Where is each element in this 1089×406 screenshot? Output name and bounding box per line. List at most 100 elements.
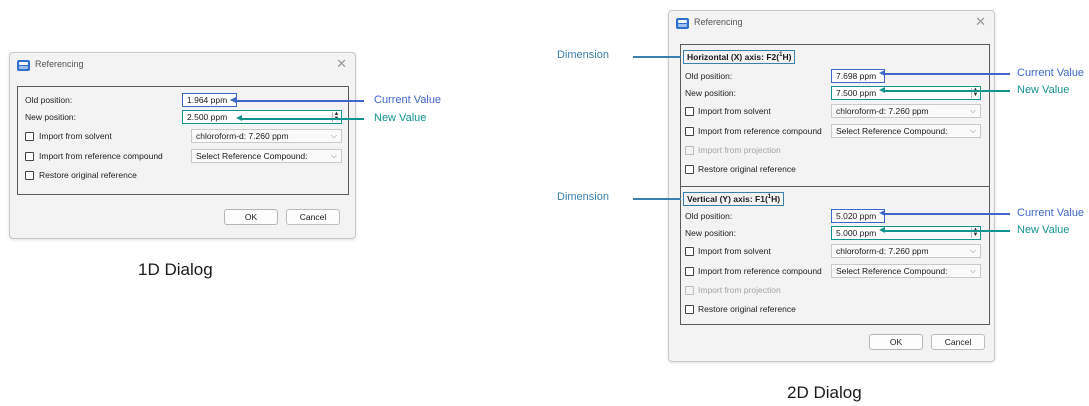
caption-1d: 1D Dialog — [138, 260, 213, 279]
compound-select[interactable]: Select Reference Compound: ⌵ — [191, 149, 342, 163]
restore-label: Restore original reference — [698, 304, 796, 314]
restore-checkbox[interactable] — [685, 305, 694, 314]
new-value-callout-1d: New Value — [374, 112, 427, 124]
import-compound-checkbox[interactable] — [685, 267, 694, 276]
close-icon[interactable]: ✕ — [336, 56, 347, 72]
horizontal-axis-title-suffix: H) — [782, 52, 792, 62]
restore-checkbox[interactable] — [685, 165, 694, 174]
new-position-value: 5.000 ppm — [836, 228, 877, 238]
solvent-select[interactable]: chloroform-d: 7.260 ppm ⌵ — [831, 104, 981, 118]
new-position-value: 2.500 ppm — [187, 112, 228, 122]
new-position-input[interactable]: 2.500 ppm ▲▼ — [182, 110, 342, 124]
horizontal-axis-title: Horizontal (X) axis: F2(1H) — [683, 50, 796, 64]
solvent-select-value: chloroform-d: 7.260 ppm — [836, 106, 929, 116]
new-value-callout-2d-h: New Value — [1017, 84, 1070, 96]
new-value-arrow-2d-h — [879, 87, 885, 93]
current-value-arrow-2d-h — [879, 70, 885, 76]
dialog-2d-titlebar: Referencing ✕ — [669, 11, 994, 39]
current-value-callout-1d: Current Value — [374, 94, 442, 106]
cancel-button[interactable]: Cancel — [286, 209, 340, 225]
new-position-value: 7.500 ppm — [836, 88, 877, 98]
dimension-line-horizontal — [633, 56, 681, 58]
import-compound-label: Import from reference compound — [698, 126, 822, 136]
import-solvent-checkbox[interactable] — [685, 107, 694, 116]
import-projection-label: Import from projection — [698, 145, 781, 155]
new-position-label: New position: — [685, 88, 737, 98]
referencing-app-icon — [17, 60, 30, 71]
old-position-field: 7.698 ppm — [831, 69, 885, 83]
new-position-input[interactable]: 7.500 ppm ▲▼ — [831, 86, 981, 100]
current-value-arrow-1d — [230, 97, 236, 103]
close-icon[interactable]: ✕ — [975, 14, 986, 30]
old-position-field: 1.964 ppm — [182, 93, 237, 107]
dialog-1d-group: Old position: 1.964 ppm New position: 2.… — [17, 86, 349, 195]
restore-label: Restore original reference — [698, 164, 796, 174]
import-compound-label: Import from reference compound — [39, 151, 163, 161]
ok-button[interactable]: OK — [869, 334, 923, 350]
chevron-down-icon: ⌵ — [330, 131, 337, 140]
import-solvent-checkbox[interactable] — [25, 132, 34, 141]
compound-select[interactable]: Select Reference Compound: ⌵ — [831, 264, 981, 278]
new-position-input[interactable]: 5.000 ppm ▲▼ — [831, 226, 981, 240]
dimension-line-vertical — [633, 198, 681, 200]
referencing-app-icon — [676, 18, 689, 29]
dimension-callout-vertical: Dimension — [557, 191, 609, 203]
solvent-select[interactable]: chloroform-d: 7.260 ppm ⌵ — [831, 244, 981, 258]
dialog-2d-title: Referencing — [694, 17, 743, 27]
chevron-down-icon: ⌵ — [969, 266, 976, 275]
solvent-select[interactable]: chloroform-d: 7.260 ppm ⌵ — [191, 129, 342, 143]
import-solvent-label: Import from solvent — [698, 106, 771, 116]
new-value-line-1d — [242, 118, 364, 120]
chevron-down-icon: ⌵ — [969, 126, 976, 135]
import-solvent-checkbox[interactable] — [685, 247, 694, 256]
compound-select[interactable]: Select Reference Compound: ⌵ — [831, 124, 981, 138]
import-solvent-label: Import from solvent — [698, 246, 771, 256]
dimension-callout-horizontal: Dimension — [557, 49, 609, 61]
old-position-label: Old position: — [685, 71, 733, 81]
old-position-field: 5.020 ppm — [831, 209, 885, 223]
current-value-line-2d-h — [885, 73, 1010, 75]
import-compound-checkbox[interactable] — [685, 127, 694, 136]
new-value-line-2d-h — [885, 90, 1010, 92]
ok-button[interactable]: OK — [224, 209, 278, 225]
import-projection-checkbox[interactable] — [685, 146, 694, 155]
import-solvent-label: Import from solvent — [39, 131, 112, 141]
solvent-select-value: chloroform-d: 7.260 ppm — [836, 246, 929, 256]
import-projection-checkbox[interactable] — [685, 286, 694, 295]
spin-arrows-icon[interactable]: ▲▼ — [332, 111, 340, 122]
new-value-callout-2d-v: New Value — [1017, 224, 1070, 236]
new-value-line-2d-v — [885, 230, 1010, 232]
compound-select-value: Select Reference Compound: — [836, 266, 948, 276]
current-value-line-2d-v — [885, 213, 1010, 215]
import-projection-label: Import from projection — [698, 285, 781, 295]
vertical-axis-title: Vertical (Y) axis: F1(1H) — [683, 192, 785, 206]
vertical-axis-title-prefix: Vertical (Y) axis: F1( — [687, 194, 768, 204]
caption-2d: 2D Dialog — [787, 383, 862, 402]
old-position-label: Old position: — [685, 211, 733, 221]
vertical-axis-group: Vertical (Y) axis: F1(1H) Old position: … — [680, 186, 990, 325]
vertical-axis-title-suffix: H) — [771, 194, 781, 204]
import-compound-label: Import from reference compound — [698, 266, 822, 276]
dialog-1d-titlebar: Referencing ✕ — [10, 53, 355, 81]
dialog-1d: Referencing ✕ Old position: 1.964 ppm Ne… — [9, 52, 356, 239]
current-value-line-1d — [236, 100, 364, 102]
new-position-label: New position: — [685, 228, 737, 238]
chevron-down-icon: ⌵ — [330, 151, 337, 160]
new-position-label: New position: — [25, 112, 77, 122]
chevron-down-icon: ⌵ — [969, 106, 976, 115]
restore-checkbox[interactable] — [25, 171, 34, 180]
horizontal-axis-title-prefix: Horizontal (X) axis: F2( — [687, 52, 780, 62]
compound-select-value: Select Reference Compound: — [836, 126, 948, 136]
restore-label: Restore original reference — [39, 170, 137, 180]
current-value-callout-2d-h: Current Value — [1017, 67, 1085, 79]
dialog-2d: Referencing ✕ Horizontal (X) axis: F2(1H… — [668, 10, 995, 362]
current-value-arrow-2d-v — [879, 210, 885, 216]
chevron-down-icon: ⌵ — [969, 246, 976, 255]
new-value-arrow-2d-v — [879, 227, 885, 233]
horizontal-axis-group: Horizontal (X) axis: F2(1H) Old position… — [680, 44, 990, 187]
dialog-1d-title: Referencing — [35, 59, 84, 69]
current-value-callout-2d-v: Current Value — [1017, 207, 1085, 219]
new-value-arrow-1d — [236, 115, 242, 121]
cancel-button[interactable]: Cancel — [931, 334, 985, 350]
import-compound-checkbox[interactable] — [25, 152, 34, 161]
